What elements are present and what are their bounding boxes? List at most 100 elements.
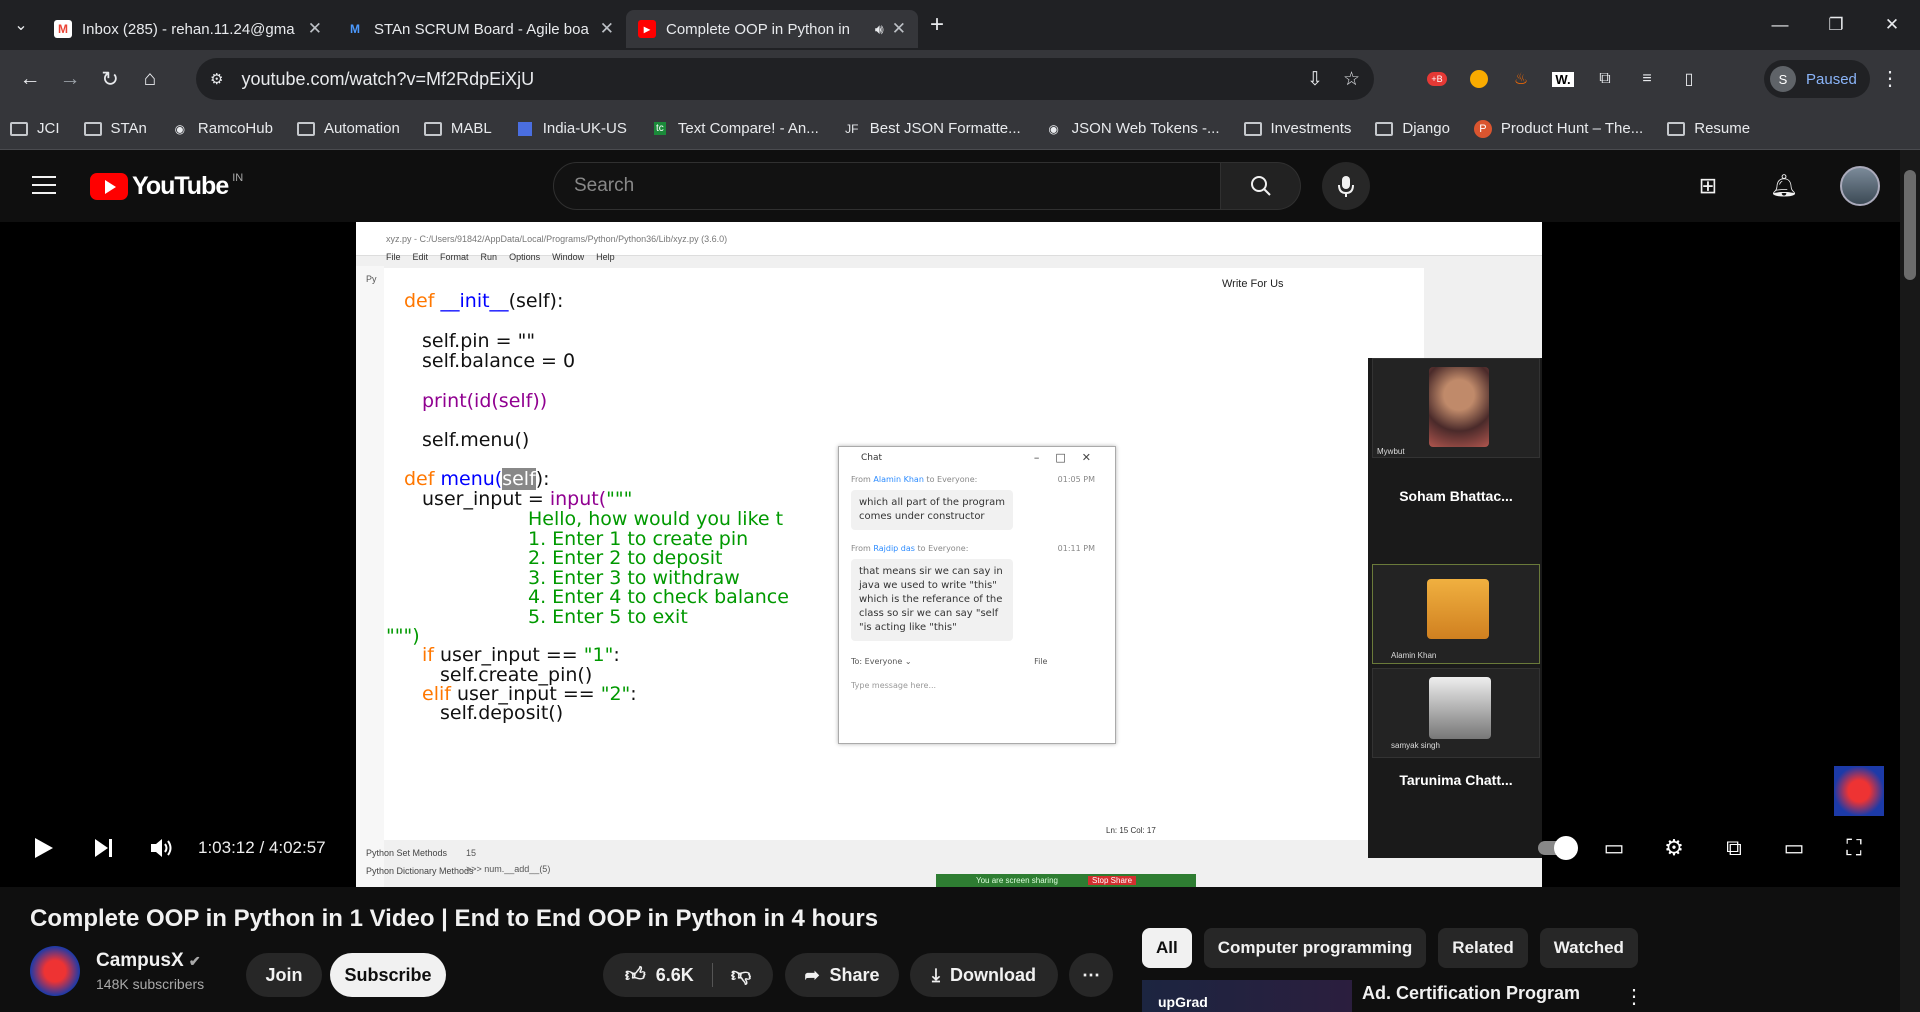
- restore-icon[interactable]: ❐: [1808, 0, 1864, 50]
- bookmark-item[interactable]: P Product Hunt – The...: [1473, 119, 1643, 138]
- close-tab-icon[interactable]: ✕: [308, 19, 322, 39]
- back-icon[interactable]: ←: [10, 59, 50, 99]
- chip-filter[interactable]: Watched: [1539, 928, 1638, 968]
- url-text[interactable]: youtube.com/watch?v=Mf2RdpEiXjU: [241, 69, 534, 90]
- related-chips: All Computer programming Related Watched: [1142, 928, 1638, 968]
- folder-icon: [10, 121, 28, 137]
- bookmark-item[interactable]: STAn: [83, 120, 147, 137]
- bookmark-item[interactable]: JF Best JSON Formatte...: [843, 120, 1021, 137]
- close-tab-icon[interactable]: ✕: [600, 19, 614, 39]
- dislike-button[interactable]: 👎︎: [731, 963, 751, 987]
- subscriber-count: 148K subscribers: [96, 976, 205, 992]
- autoplay-toggle[interactable]: [1532, 824, 1580, 872]
- participant-name: Alamin Khan: [1391, 651, 1437, 660]
- chat-to: To: Everyone ⌄ File: [851, 657, 1048, 666]
- reload-icon[interactable]: ↻: [90, 59, 130, 99]
- extensions-puzzle-icon[interactable]: ⧉: [1588, 62, 1622, 96]
- video-frame: xyz.py - C:/Users/91842/AppData/Local/Pr…: [356, 222, 1542, 887]
- new-tab-button[interactable]: +: [918, 6, 956, 44]
- speaker-icon[interactable]: 🔊︎: [875, 21, 884, 38]
- chip-filter[interactable]: Computer programming: [1203, 928, 1427, 968]
- extension-yellow-icon[interactable]: [1462, 62, 1496, 96]
- media-controls-icon[interactable]: ≡: [1630, 62, 1664, 96]
- ide-menu-item: File: [386, 252, 401, 262]
- minimize-icon[interactable]: —: [1752, 0, 1808, 50]
- account-avatar[interactable]: [1840, 166, 1880, 206]
- close-window-icon[interactable]: ✕: [1864, 0, 1920, 50]
- browser-menu-icon[interactable]: ⋮: [1880, 66, 1900, 91]
- side-panel-icon[interactable]: ▯: [1672, 62, 1706, 96]
- ad-title[interactable]: Ad. Certification Program: [1362, 983, 1580, 1004]
- participant-video: [1429, 367, 1489, 447]
- chat-message: which all part of the program comes unde…: [851, 490, 1013, 530]
- channel-avatar[interactable]: [30, 946, 80, 996]
- tab-search-button[interactable]: ⌄: [0, 0, 42, 50]
- install-icon[interactable]: ⇩: [1307, 68, 1323, 91]
- join-button[interactable]: Join: [246, 953, 322, 997]
- chip-filter[interactable]: Related: [1438, 928, 1528, 968]
- bookmark-item[interactable]: ◉ JSON Web Tokens -...: [1045, 120, 1219, 137]
- bookmark-label: India-UK-US: [542, 120, 627, 137]
- scrollbar-thumb[interactable]: [1904, 170, 1916, 280]
- ide-titlebar: xyz.py - C:/Users/91842/AppData/Local/Pr…: [356, 222, 1542, 262]
- settings-gear-icon[interactable]: ⚙: [1650, 824, 1698, 872]
- chip-filter[interactable]: All: [1142, 928, 1192, 968]
- bookmark-item[interactable]: Resume: [1667, 120, 1750, 137]
- bookmark-item[interactable]: tc Text Compare! - An...: [651, 120, 819, 137]
- bookmark-item[interactable]: MABL: [423, 120, 492, 137]
- profile-button[interactable]: S Paused: [1764, 60, 1870, 98]
- participant-name: Mywbut: [1377, 447, 1405, 456]
- address-bar[interactable]: ⚙ youtube.com/watch?v=Mf2RdpEiXjU ⇩ ☆: [196, 58, 1374, 100]
- like-button[interactable]: 👍︎ 6.6K: [625, 963, 694, 987]
- chat-from: From Rajdip das to Everyone: 01:11 PM: [851, 544, 1095, 553]
- bookmark-item[interactable]: Django: [1375, 120, 1450, 137]
- channel-name[interactable]: CampusX ✔: [96, 950, 204, 972]
- site-info-icon[interactable]: ⚙: [210, 70, 223, 88]
- youtube-logo[interactable]: YouTube IN: [90, 172, 243, 201]
- bookmark-star-icon[interactable]: ☆: [1343, 68, 1360, 91]
- page-scrollbar[interactable]: [1900, 150, 1920, 1012]
- bookmark-item[interactable]: ◉ RamcoHub: [171, 120, 273, 137]
- ad-menu-icon[interactable]: ⋮: [1624, 984, 1644, 1009]
- browser-hint: Write For Us: [1222, 278, 1284, 290]
- download-button[interactable]: ⤓ Download: [910, 953, 1058, 997]
- theater-mode-icon[interactable]: ▭: [1770, 824, 1818, 872]
- volume-button[interactable]: [142, 824, 182, 872]
- participant-video: [1427, 579, 1489, 639]
- tab-jira[interactable]: M STAn SCRUM Board - Agile boa ✕: [334, 10, 626, 48]
- extension-red-icon[interactable]: +B: [1420, 62, 1454, 96]
- notifications-bell-icon[interactable]: 🔔︎: [1764, 166, 1804, 206]
- search-button[interactable]: [1221, 162, 1301, 210]
- more-actions-button[interactable]: ⋯: [1069, 953, 1113, 997]
- subtitles-icon[interactable]: ▭: [1590, 824, 1638, 872]
- like-dislike-group: 👍︎ 6.6K 👎︎: [603, 953, 773, 997]
- channel-watermark[interactable]: [1834, 766, 1884, 816]
- extension-flame-icon[interactable]: ♨: [1504, 62, 1538, 96]
- subscribe-button[interactable]: Subscribe: [330, 953, 446, 997]
- menu-icon[interactable]: [32, 176, 56, 194]
- forward-icon[interactable]: →: [50, 59, 90, 99]
- home-icon[interactable]: ⌂: [130, 59, 170, 99]
- share-button[interactable]: ➦ Share: [785, 953, 899, 997]
- fullscreen-icon[interactable]: ⛶: [1830, 824, 1878, 872]
- bookmark-item[interactable]: Automation: [296, 120, 400, 137]
- tab-gmail[interactable]: M Inbox (285) - rehan.11.24@gma ✕: [42, 10, 334, 48]
- ad-thumbnail[interactable]: upGrad: [1142, 980, 1352, 1012]
- bookmark-item[interactable]: Investments: [1243, 120, 1351, 137]
- link-icon: [516, 121, 534, 137]
- close-tab-icon[interactable]: ✕: [892, 19, 906, 39]
- search-input[interactable]: Search: [553, 162, 1221, 210]
- video-player[interactable]: xyz.py - C:/Users/91842/AppData/Local/Pr…: [0, 222, 1900, 887]
- browser-toolbar: ← → ↻ ⌂ ⚙ youtube.com/watch?v=Mf2RdpEiXj…: [0, 50, 1920, 108]
- create-video-icon[interactable]: ⊞: [1688, 166, 1728, 206]
- participant-name: samyak singh: [1391, 741, 1440, 750]
- next-button[interactable]: [84, 824, 124, 872]
- miniplayer-icon[interactable]: ⧉: [1710, 824, 1758, 872]
- bookmark-item[interactable]: JCI: [10, 120, 60, 137]
- play-button[interactable]: [24, 824, 64, 872]
- folder-icon: [1375, 121, 1394, 137]
- tab-youtube[interactable]: ▶ Complete OOP in Python in 🔊︎ ✕: [626, 10, 918, 48]
- bookmark-item[interactable]: India-UK-US: [516, 120, 627, 137]
- voice-search-button[interactable]: [1322, 162, 1370, 210]
- extension-w-icon[interactable]: W.: [1546, 62, 1580, 96]
